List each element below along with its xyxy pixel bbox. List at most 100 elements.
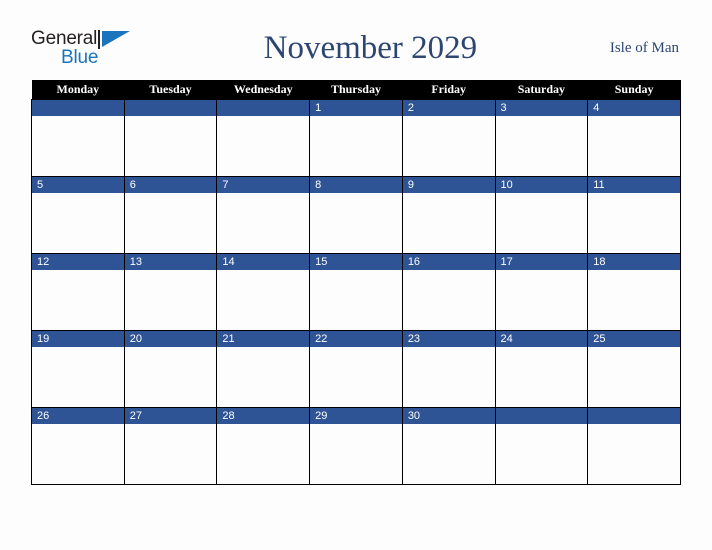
day-notes-area[interactable] bbox=[32, 116, 124, 176]
day-number: 9 bbox=[402, 177, 495, 193]
day-notes-area[interactable] bbox=[588, 347, 680, 407]
day-notes-area[interactable] bbox=[588, 116, 680, 176]
day-cell[interactable]: 2 bbox=[401, 99, 496, 177]
day-cell[interactable]: 3 bbox=[494, 99, 589, 177]
day-number: 21 bbox=[217, 331, 310, 347]
day-cell[interactable]: 27 bbox=[123, 407, 218, 485]
day-number: 1 bbox=[310, 100, 402, 116]
day-cell[interactable]: 15 bbox=[309, 253, 403, 331]
day-cell[interactable]: 6 bbox=[123, 176, 218, 254]
day-notes-area[interactable] bbox=[124, 347, 217, 407]
day-notes-area[interactable] bbox=[32, 424, 124, 484]
general-blue-logo[interactable]: General Blue bbox=[31, 26, 141, 70]
day-notes-area[interactable] bbox=[588, 270, 680, 330]
day-cell[interactable]: 18 bbox=[587, 253, 681, 331]
page-header: General Blue November 2029 Isle of Man bbox=[31, 24, 681, 72]
calendar-grid: Monday Tuesday Wednesday Thursday Friday… bbox=[31, 80, 681, 485]
day-cell[interactable]: 21 bbox=[216, 330, 311, 408]
day-cell[interactable]: 26 bbox=[31, 407, 125, 485]
day-notes-area[interactable] bbox=[402, 116, 495, 176]
day-notes-area[interactable] bbox=[402, 347, 495, 407]
day-cell[interactable]: 19 bbox=[31, 330, 125, 408]
day-number: 11 bbox=[588, 177, 680, 193]
day-number: 19 bbox=[32, 331, 124, 347]
day-cell[interactable]: 20 bbox=[123, 330, 218, 408]
day-notes-area[interactable] bbox=[32, 347, 124, 407]
calendar-week-row: 1 2 3 4 bbox=[31, 99, 681, 177]
day-number bbox=[588, 408, 680, 424]
day-cell[interactable]: 29 bbox=[309, 407, 403, 485]
day-notes-area[interactable] bbox=[32, 270, 124, 330]
day-notes-area[interactable] bbox=[124, 424, 217, 484]
day-cell[interactable]: 24 bbox=[494, 330, 589, 408]
day-cell[interactable]: 14 bbox=[216, 253, 311, 331]
day-notes-area[interactable] bbox=[495, 347, 588, 407]
day-notes-area[interactable] bbox=[310, 193, 402, 253]
day-cell[interactable] bbox=[123, 99, 218, 177]
day-number bbox=[217, 100, 310, 116]
day-cell[interactable]: 10 bbox=[494, 176, 589, 254]
day-number: 15 bbox=[310, 254, 402, 270]
day-notes-area[interactable] bbox=[588, 193, 680, 253]
day-number: 8 bbox=[310, 177, 402, 193]
day-number: 26 bbox=[32, 408, 124, 424]
day-cell[interactable]: 7 bbox=[216, 176, 311, 254]
day-cell[interactable] bbox=[31, 99, 125, 177]
page-title: November 2029 bbox=[263, 29, 478, 66]
calendar-week-row: 26 27 28 29 30 bbox=[31, 407, 681, 485]
day-notes-area[interactable] bbox=[217, 193, 310, 253]
day-notes-area[interactable] bbox=[124, 193, 217, 253]
day-notes-area[interactable] bbox=[32, 193, 124, 253]
day-notes-area[interactable] bbox=[588, 424, 680, 484]
day-cell[interactable] bbox=[494, 407, 589, 485]
weekday-header-monday: Monday bbox=[31, 80, 125, 100]
weekday-header-saturday: Saturday bbox=[495, 80, 588, 100]
day-notes-area[interactable] bbox=[217, 116, 310, 176]
day-notes-area[interactable] bbox=[402, 193, 495, 253]
calendar-week-row: 5 6 7 8 9 10 11 bbox=[31, 176, 681, 254]
day-cell[interactable]: 11 bbox=[587, 176, 681, 254]
day-cell[interactable]: 22 bbox=[309, 330, 403, 408]
day-notes-area[interactable] bbox=[495, 116, 588, 176]
day-notes-area[interactable] bbox=[217, 270, 310, 330]
location-label: Isle of Man bbox=[609, 39, 679, 56]
day-cell[interactable]: 8 bbox=[309, 176, 403, 254]
day-number: 16 bbox=[402, 254, 495, 270]
day-cell[interactable]: 12 bbox=[31, 253, 125, 331]
day-notes-area[interactable] bbox=[310, 116, 402, 176]
day-notes-area[interactable] bbox=[495, 193, 588, 253]
day-cell[interactable]: 5 bbox=[31, 176, 125, 254]
day-number: 3 bbox=[495, 100, 588, 116]
day-cell[interactable]: 16 bbox=[401, 253, 496, 331]
day-cell[interactable]: 30 bbox=[401, 407, 496, 485]
day-notes-area[interactable] bbox=[402, 424, 495, 484]
day-cell[interactable]: 17 bbox=[494, 253, 589, 331]
day-cell[interactable]: 13 bbox=[123, 253, 218, 331]
day-cell[interactable]: 1 bbox=[309, 99, 403, 177]
day-cell[interactable]: 25 bbox=[587, 330, 681, 408]
day-notes-area[interactable] bbox=[217, 424, 310, 484]
day-number bbox=[124, 100, 217, 116]
day-notes-area[interactable] bbox=[495, 424, 588, 484]
day-notes-area[interactable] bbox=[402, 270, 495, 330]
day-number: 23 bbox=[402, 331, 495, 347]
day-notes-area[interactable] bbox=[124, 116, 217, 176]
day-notes-area[interactable] bbox=[310, 270, 402, 330]
day-notes-area[interactable] bbox=[310, 424, 402, 484]
logo-text-blue: Blue bbox=[61, 47, 99, 68]
day-cell[interactable]: 28 bbox=[216, 407, 311, 485]
day-notes-area[interactable] bbox=[124, 270, 217, 330]
day-cell[interactable] bbox=[216, 99, 311, 177]
day-cell[interactable]: 9 bbox=[401, 176, 496, 254]
day-number: 4 bbox=[588, 100, 680, 116]
day-notes-area[interactable] bbox=[310, 347, 402, 407]
day-number: 28 bbox=[217, 408, 310, 424]
day-notes-area[interactable] bbox=[217, 347, 310, 407]
day-number: 17 bbox=[495, 254, 588, 270]
day-cell[interactable]: 23 bbox=[401, 330, 496, 408]
day-number: 29 bbox=[310, 408, 402, 424]
day-number bbox=[495, 408, 588, 424]
day-cell[interactable] bbox=[587, 407, 681, 485]
day-cell[interactable]: 4 bbox=[587, 99, 681, 177]
day-notes-area[interactable] bbox=[495, 270, 588, 330]
